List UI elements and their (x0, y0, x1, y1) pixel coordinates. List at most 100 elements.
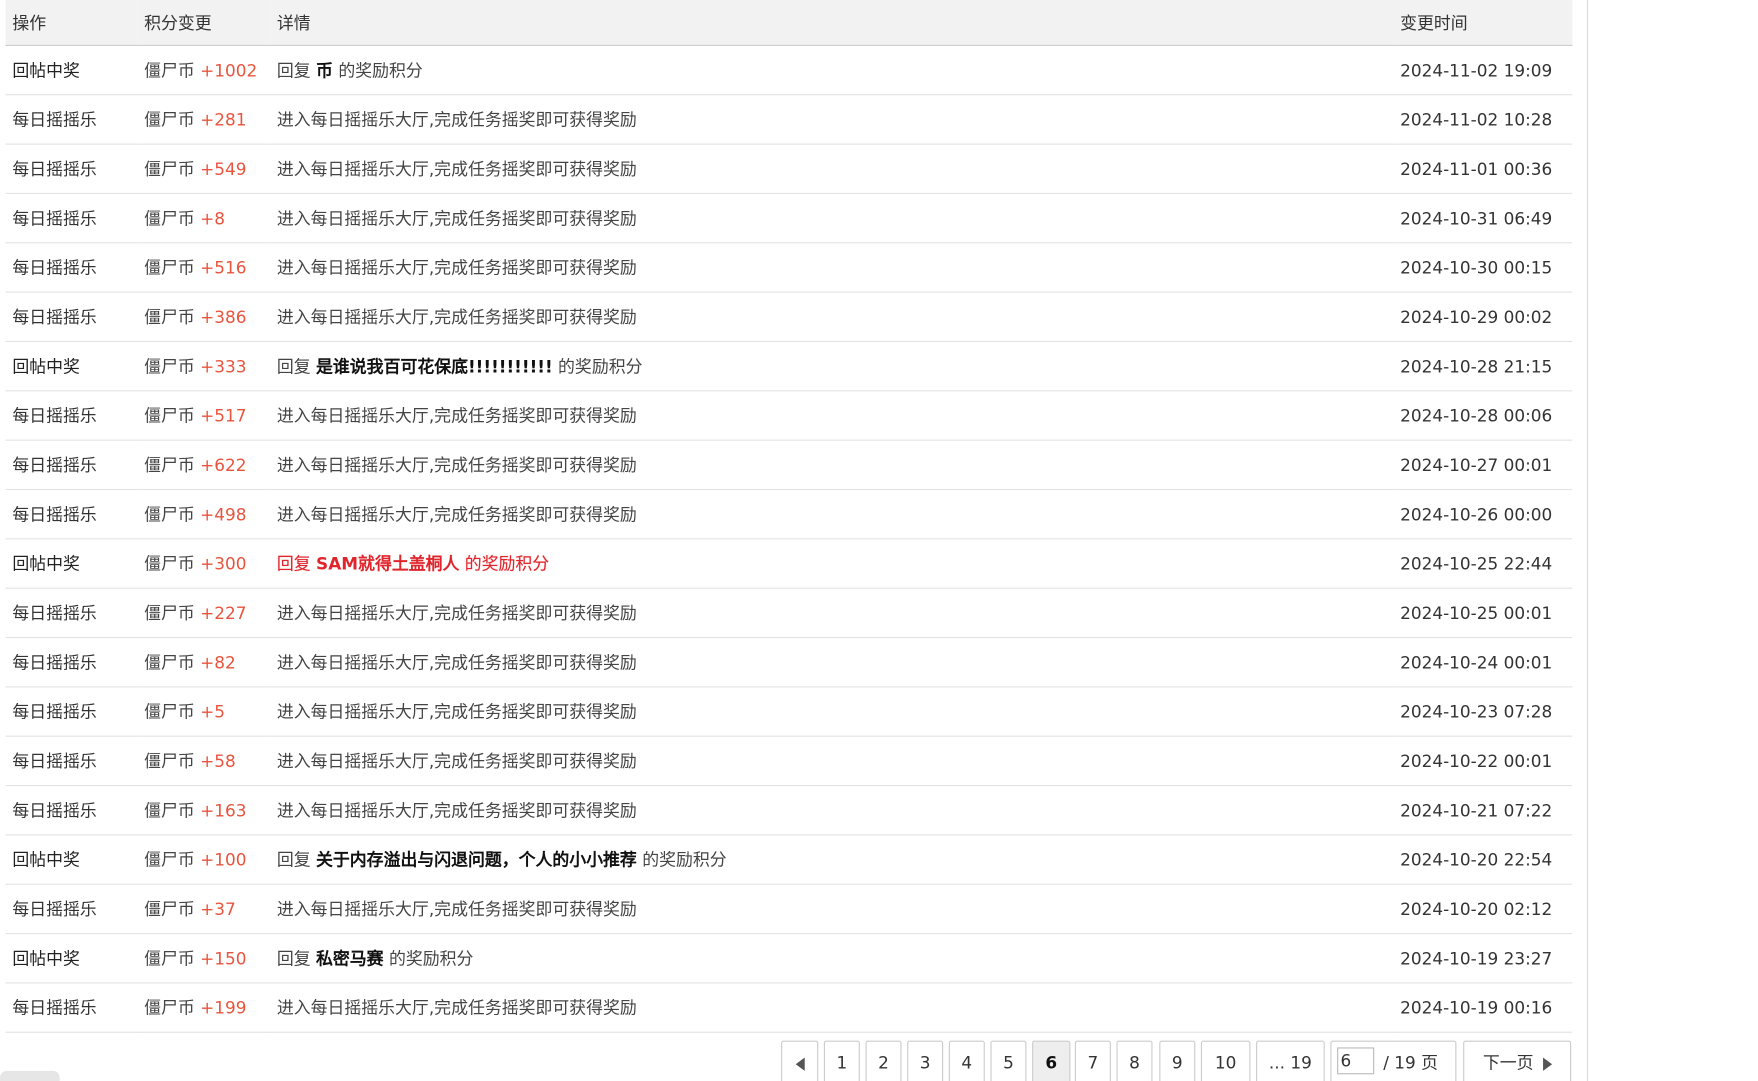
thread-link[interactable]: SAM就得土盖桐人 (316, 554, 459, 574)
row-detail: 进入每日摇摇乐大厅,完成任务摇奖即可获得奖励 (270, 637, 1394, 688)
row-change: 僵尸币 +622 (137, 440, 271, 491)
thread-link[interactable]: 币 (316, 61, 333, 81)
coin-name: 僵尸币 (144, 257, 195, 279)
page-button[interactable]: 4 (948, 1040, 985, 1081)
row-detail: 进入每日摇摇乐大厅,完成任务摇奖即可获得奖励 (270, 440, 1394, 491)
row-time: 2024-10-25 22:44 (1393, 538, 1573, 589)
page-button[interactable]: 7 (1074, 1040, 1111, 1081)
row-change: 僵尸币 +386 (137, 292, 271, 343)
row-time: 2024-10-27 00:01 (1393, 440, 1573, 491)
header-change: 积分变更 (137, 0, 271, 46)
row-time: 2024-11-02 19:09 (1393, 45, 1573, 96)
row-operation: 每日摇摇乐 (5, 785, 138, 836)
table-row: 每日摇摇乐 僵尸币 +227 进入每日摇摇乐大厅,完成任务摇奖即可获得奖励 2024-… (5, 588, 1573, 639)
row-operation: 每日摇摇乐 (5, 193, 138, 244)
table-row: 每日摇摇乐 僵尸币 +37 进入每日摇摇乐大厅,完成任务摇奖即可获得奖励 2024-1… (5, 884, 1573, 935)
row-change: 僵尸币 +549 (137, 144, 271, 195)
page-jump-input[interactable] (1337, 1047, 1375, 1075)
row-detail: 进入每日摇摇乐大厅,完成任务摇奖即可获得奖励 (270, 588, 1394, 639)
coin-name: 僵尸币 (144, 109, 195, 131)
page-button[interactable]: 3 (907, 1040, 944, 1081)
row-time: 2024-10-19 23:27 (1393, 933, 1573, 984)
prev-page-button[interactable] (781, 1040, 819, 1081)
coin-name: 僵尸币 (144, 307, 195, 328)
coin-name: 僵尸币 (144, 208, 195, 229)
row-operation: 每日摇摇乐 (5, 982, 138, 1033)
table-row: 每日摇摇乐 僵尸币 +281 进入每日摇摇乐大厅,完成任务摇奖即可获得奖励 2024-… (5, 94, 1573, 145)
row-change: 僵尸币 +150 (137, 933, 271, 984)
row-change: 僵尸币 +58 (137, 736, 271, 787)
row-detail: 回复 私密马赛 的奖励积分 (270, 933, 1394, 984)
page-button[interactable]: 5 (990, 1040, 1027, 1081)
row-time: 2024-10-19 00:16 (1393, 982, 1573, 1033)
detail-text: 回复 (276, 60, 311, 81)
header-time: 变更时间 (1393, 0, 1573, 46)
row-detail: 进入每日摇摇乐大厅,完成任务摇奖即可获得奖励 (270, 193, 1394, 244)
detail-text: 回复 (276, 948, 311, 969)
table-row: 每日摇摇乐 僵尸币 +622 进入每日摇摇乐大厅,完成任务摇奖即可获得奖励 2024-… (5, 440, 1573, 491)
credit-log-panel: 操作 积分变更 详情 变更时间 回帖中奖 僵尸币 +1002 回复 币 的奖励积分 2… (0, 0, 1758, 1081)
table-row: 每日摇摇乐 僵尸币 +82 进入每日摇摇乐大厅,完成任务摇奖即可获得奖励 2024-1… (5, 637, 1573, 688)
row-operation: 每日摇摇乐 (5, 390, 138, 441)
row-change: 僵尸币 +82 (137, 637, 271, 688)
table-row: 每日摇摇乐 僵尸币 +8 进入每日摇摇乐大厅,完成任务摇奖即可获得奖励 2024-10… (5, 193, 1573, 244)
detail-text: 回复 (276, 850, 311, 871)
coin-name: 僵尸币 (144, 998, 195, 1019)
next-page-button[interactable]: 下一页 (1463, 1040, 1572, 1081)
page-button[interactable]: 9 (1159, 1040, 1196, 1081)
coin-name: 僵尸币 (144, 899, 195, 920)
detail-suffix: 的奖励积分 (642, 850, 727, 871)
row-operation: 回帖中奖 (5, 538, 138, 589)
coin-amount: +37 (200, 899, 236, 920)
row-detail: 进入每日摇摇乐大厅,完成任务摇奖即可获得奖励 (270, 292, 1394, 343)
row-change: 僵尸币 +227 (137, 588, 271, 639)
table-row: 每日摇摇乐 僵尸币 +549 进入每日摇摇乐大厅,完成任务摇奖即可获得奖励 2024-… (5, 144, 1573, 195)
detail-text: 进入每日摇摇乐大厅,完成任务摇奖即可获得奖励 (276, 159, 637, 180)
table-row: 每日摇摇乐 僵尸币 +516 进入每日摇摇乐大厅,完成任务摇奖即可获得奖励 2024-… (5, 242, 1573, 293)
table-row: 每日摇摇乐 僵尸币 +517 进入每日摇摇乐大厅,完成任务摇奖即可获得奖励 2024-… (5, 390, 1573, 441)
row-operation: 每日摇摇乐 (5, 588, 138, 639)
coin-amount: +58 (200, 751, 236, 772)
row-time: 2024-10-28 21:15 (1393, 341, 1573, 392)
next-page-label: 下一页 (1482, 1052, 1534, 1074)
page-button[interactable]: 8 (1116, 1040, 1153, 1081)
row-change: 僵尸币 +37 (137, 884, 271, 935)
table-row: 回帖中奖 僵尸币 +1002 回复 币 的奖励积分 2024-11-02 19:09 (5, 45, 1573, 96)
row-change: 僵尸币 +1002 (137, 45, 271, 96)
table-row: 每日摇摇乐 僵尸币 +163 进入每日摇摇乐大厅,完成任务摇奖即可获得奖励 2024-… (5, 785, 1573, 836)
table-row: 每日摇摇乐 僵尸币 +199 进入每日摇摇乐大厅,完成任务摇奖即可获得奖励 2024-… (5, 982, 1573, 1033)
thread-link[interactable]: 私密马赛 (316, 949, 384, 969)
table-row: 回帖中奖 僵尸币 +300 回复 SAM就得土盖桐人 的奖励积分 2024-10-25… (5, 538, 1573, 589)
last-page-button[interactable]: ... 19 (1256, 1040, 1325, 1081)
detail-text: 进入每日摇摇乐大厅,完成任务摇奖即可获得奖励 (276, 800, 637, 821)
page-button[interactable]: 10 (1200, 1040, 1251, 1081)
table-row: 回帖中奖 僵尸币 +150 回复 私密马赛 的奖励积分 2024-10-19 23:2… (5, 933, 1573, 984)
thread-link[interactable]: 是谁说我百可花保底!!!!!!!!!!! (316, 357, 553, 377)
coin-amount: +622 (200, 455, 247, 476)
coin-name: 僵尸币 (144, 455, 195, 476)
detail-text: 进入每日摇摇乐大厅,完成任务摇奖即可获得奖励 (276, 109, 637, 131)
row-change: 僵尸币 +100 (137, 834, 271, 885)
page-button[interactable]: 2 (865, 1040, 902, 1081)
row-time: 2024-10-25 00:01 (1393, 588, 1573, 639)
table-row: 每日摇摇乐 僵尸币 +498 进入每日摇摇乐大厅,完成任务摇奖即可获得奖励 2024-… (5, 489, 1573, 540)
coin-amount: +386 (200, 307, 247, 328)
row-detail: 回复 是谁说我百可花保底!!!!!!!!!!! 的奖励积分 (270, 341, 1394, 392)
detail-text: 进入每日摇摇乐大厅,完成任务摇奖即可获得奖励 (276, 504, 637, 525)
row-time: 2024-10-22 00:01 (1393, 736, 1573, 787)
coin-amount: +5 (200, 701, 226, 723)
page-button[interactable]: 1 (823, 1040, 860, 1081)
table-row: 每日摇摇乐 僵尸币 +58 进入每日摇摇乐大厅,完成任务摇奖即可获得奖励 2024-1… (5, 736, 1573, 787)
row-operation: 每日摇摇乐 (5, 440, 138, 491)
header-operation: 操作 (5, 0, 138, 46)
coin-amount: +333 (200, 356, 247, 377)
row-detail: 回复 SAM就得土盖桐人 的奖励积分 (270, 538, 1394, 589)
coin-amount: +498 (200, 504, 247, 525)
floating-tab[interactable] (0, 1070, 60, 1081)
coin-name: 僵尸币 (144, 948, 195, 969)
coin-name: 僵尸币 (144, 553, 195, 575)
thread-link[interactable]: 关于内存溢出与闪退问题，个人的小小推荐 (316, 850, 637, 870)
row-operation: 回帖中奖 (5, 933, 138, 984)
page-button-current[interactable]: 6 (1032, 1040, 1071, 1081)
detail-text: 回复 (276, 553, 311, 575)
